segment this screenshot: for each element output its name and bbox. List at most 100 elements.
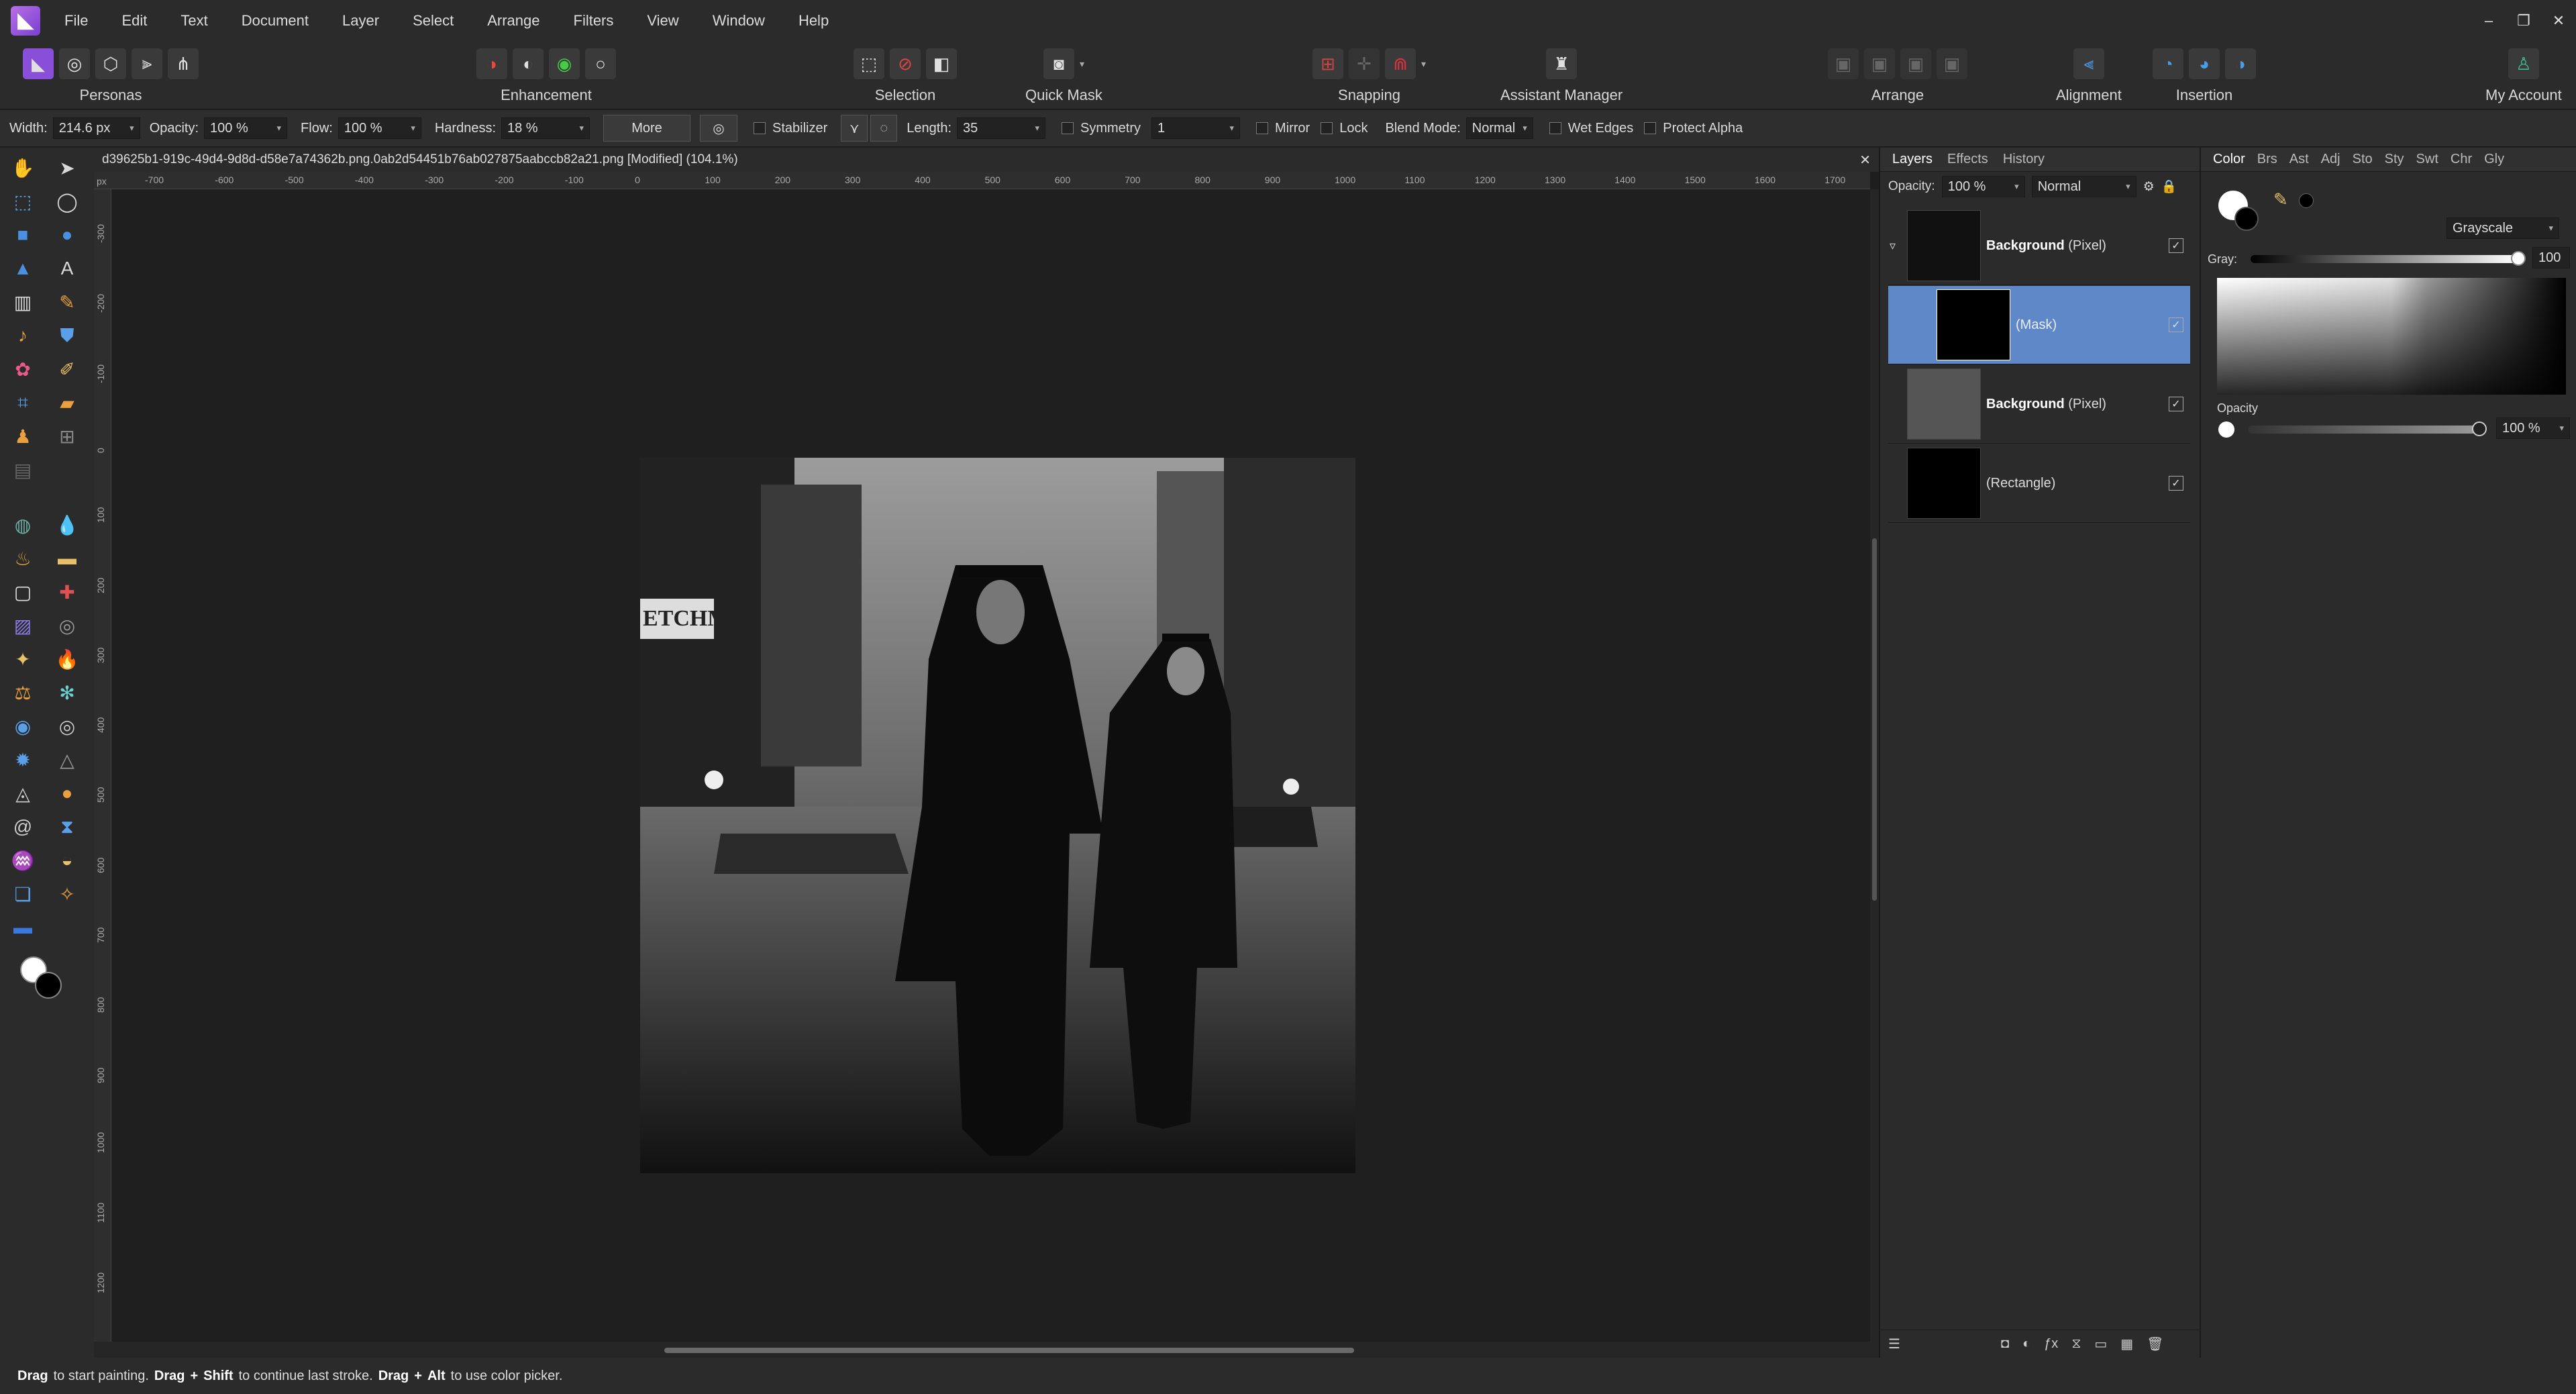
live-filter-icon[interactable]: ⧖ xyxy=(2071,1336,2081,1352)
gradient-tool-icon[interactable]: ◍ xyxy=(8,510,38,540)
move-tool-icon[interactable]: ➤ xyxy=(52,153,82,183)
alignment-icon[interactable]: ⫷ xyxy=(2073,48,2104,79)
layer-opacity-field[interactable]: 100 % ▾ xyxy=(1941,176,2025,197)
vertical-scrollbar[interactable] xyxy=(1870,189,1879,1342)
smudge-tool-icon[interactable]: ◬ xyxy=(8,779,38,808)
orb-tool-icon[interactable]: ● xyxy=(52,779,82,808)
blemish-tool-icon[interactable]: ◎ xyxy=(52,711,82,741)
quick-mask-icon[interactable]: ◙ xyxy=(1043,48,1074,79)
gray-slider[interactable] xyxy=(2251,255,2516,263)
width-field[interactable]: 214.6 px ▾ xyxy=(52,117,140,139)
snap-points-icon[interactable]: ✛ xyxy=(1349,48,1380,79)
rectangle-tool-icon[interactable]: ■ xyxy=(8,220,38,250)
snapping-dropdown-icon[interactable]: ▾ xyxy=(1421,58,1426,70)
liquify-persona-icon[interactable]: ◎ xyxy=(59,48,90,79)
clone-tool-icon[interactable]: ♟ xyxy=(8,421,38,451)
tab-brushes[interactable]: Brs xyxy=(2257,152,2277,167)
document-tab[interactable]: d39625b1-919c-49d4-9d8d-d58e7a74362b.png… xyxy=(94,148,1879,172)
layer-visibility-checkbox[interactable]: ✓ xyxy=(2169,476,2183,491)
lock-checkbox[interactable] xyxy=(1321,122,1333,134)
add-pixel-layer-icon[interactable]: ▦ xyxy=(2120,1336,2133,1352)
close-window-icon[interactable]: ✕ xyxy=(2541,0,2576,41)
photo-persona-icon[interactable]: ◣ xyxy=(23,48,54,79)
blend-mode-select[interactable]: Normal ▾ xyxy=(1465,117,1533,139)
layer-visibility-checkbox[interactable]: ✓ xyxy=(2169,238,2183,253)
snapping-magnet-icon[interactable]: ⋒ xyxy=(1385,48,1416,79)
lens-tool-icon[interactable]: ◒ xyxy=(52,846,82,875)
crop-tool-icon[interactable]: ⌗ xyxy=(8,388,38,417)
minimize-icon[interactable]: – xyxy=(2471,0,2506,41)
gradient-fill-icon[interactable]: ▬ xyxy=(8,913,38,942)
menu-file[interactable]: File xyxy=(64,12,88,30)
frame-tool-icon[interactable]: ▢ xyxy=(8,577,38,607)
grid-icon[interactable]: ⊞ xyxy=(1312,48,1343,79)
color-mode-select[interactable]: Grayscale ▾ xyxy=(2446,217,2559,239)
view-tool-icon[interactable]: ✋ xyxy=(8,153,38,183)
color-spectrum-area[interactable] xyxy=(2217,278,2566,395)
red-eye-icon[interactable]: ◉ xyxy=(8,711,38,741)
length-field[interactable]: 35 ▾ xyxy=(957,117,1045,139)
tab-adjustments[interactable]: Adj xyxy=(2321,152,2340,167)
settings-tool-icon[interactable]: ✹ xyxy=(8,745,38,775)
account-label[interactable]: My Account xyxy=(2485,87,2562,104)
burn-tool-icon[interactable]: 🔥 xyxy=(52,644,82,674)
color-picker-icon[interactable]: ✎ xyxy=(2273,189,2288,210)
layer-visibility-checkbox[interactable]: ✓ xyxy=(2169,317,2183,332)
layer-row[interactable]: Background (Pixel) ✓ xyxy=(1888,365,2190,444)
blur-tool-icon[interactable]: 💧 xyxy=(52,510,82,540)
symmetry-field[interactable]: 1 ▾ xyxy=(1151,117,1240,139)
layer-row-selected[interactable]: (Mask) ✓ xyxy=(1888,286,2190,364)
sparkle-tool-icon[interactable]: ✦ xyxy=(8,644,38,674)
brush-settings-icon[interactable]: ◎ xyxy=(700,115,737,142)
balance-tool-icon[interactable]: ⚖ xyxy=(8,678,38,707)
layer-row[interactable]: ▿ Background (Pixel) ✓ xyxy=(1888,207,2190,285)
protect-alpha-checkbox[interactable] xyxy=(1644,122,1657,134)
sponge-tool-icon[interactable]: ▬ xyxy=(52,544,82,573)
slice-tool-icon[interactable]: ▤ xyxy=(8,455,38,485)
layer-blend-select[interactable]: Normal ▾ xyxy=(2031,176,2136,197)
pen-tool-icon[interactable]: ▲ xyxy=(8,254,38,283)
canvas-area[interactable]: ETCHMIE xyxy=(111,189,1870,1342)
stabilizer-checkbox[interactable] xyxy=(754,122,766,134)
copy-tool-icon[interactable]: ❏ xyxy=(8,879,38,909)
flame-tool-icon[interactable]: ✧ xyxy=(52,879,82,909)
layers-stack-icon[interactable]: ☰ xyxy=(1888,1336,1900,1352)
gray-slider-handle[interactable] xyxy=(2511,251,2526,266)
tab-glyphs[interactable]: Gly xyxy=(2484,152,2504,167)
account-icon[interactable]: ♙ xyxy=(2508,48,2539,79)
delete-layer-icon[interactable]: 🗑 xyxy=(2147,1336,2163,1352)
dodge-tool-icon[interactable]: ♨ xyxy=(8,544,38,573)
export-persona-icon[interactable]: ⋔ xyxy=(168,48,199,79)
healing-tool-icon[interactable]: ✚ xyxy=(52,577,82,607)
auto-contrast-icon[interactable]: ◐ xyxy=(513,48,544,79)
layer-settings-icon[interactable]: ⚙ xyxy=(2143,179,2155,195)
ellipse-tool-icon[interactable]: ● xyxy=(52,220,82,250)
insert-top-icon[interactable]: ◕ xyxy=(2189,48,2220,79)
auto-white-balance-icon[interactable]: ○ xyxy=(585,48,616,79)
tab-effects[interactable]: Effects xyxy=(1947,152,1988,167)
menu-filters[interactable]: Filters xyxy=(574,12,614,30)
eraser-tool-icon[interactable]: ▰ xyxy=(52,388,82,417)
vertical-scroll-thumb[interactable] xyxy=(1872,538,1877,901)
assistant-manager-icon[interactable]: ♜ xyxy=(1546,48,1578,79)
restore-icon[interactable]: ❐ xyxy=(2506,0,2541,41)
spiral-tool-icon[interactable]: @ xyxy=(8,812,38,842)
menu-document[interactable]: Document xyxy=(242,12,309,30)
mesh-warp-icon[interactable]: ⊞ xyxy=(52,421,82,451)
insert-behind-icon[interactable]: ◔ xyxy=(2153,48,2183,79)
hardness-field[interactable]: 18 % ▾ xyxy=(501,117,590,139)
tab-character[interactable]: Chr xyxy=(2451,152,2472,167)
horizontal-scroll-thumb[interactable] xyxy=(664,1348,1354,1353)
deselect-icon[interactable]: ⊘ xyxy=(890,48,921,79)
fx-icon[interactable]: ƒx xyxy=(2044,1336,2058,1352)
color-replace-icon[interactable]: ✿ xyxy=(8,354,38,384)
wet-edges-checkbox[interactable] xyxy=(1549,122,1561,134)
adjustment-icon[interactable]: ◐ xyxy=(2022,1336,2030,1352)
menu-edit[interactable]: Edit xyxy=(121,12,147,30)
expand-icon[interactable]: ▿ xyxy=(1890,239,1896,253)
insert-inside-icon[interactable]: ◑ xyxy=(2225,48,2256,79)
paint-brush-icon[interactable]: ✎ xyxy=(52,287,82,317)
window-mode-icon[interactable]: ◌ xyxy=(870,115,898,142)
tab-assets[interactable]: Ast xyxy=(2289,152,2309,167)
close-document-icon[interactable]: ✕ xyxy=(1859,152,1871,168)
